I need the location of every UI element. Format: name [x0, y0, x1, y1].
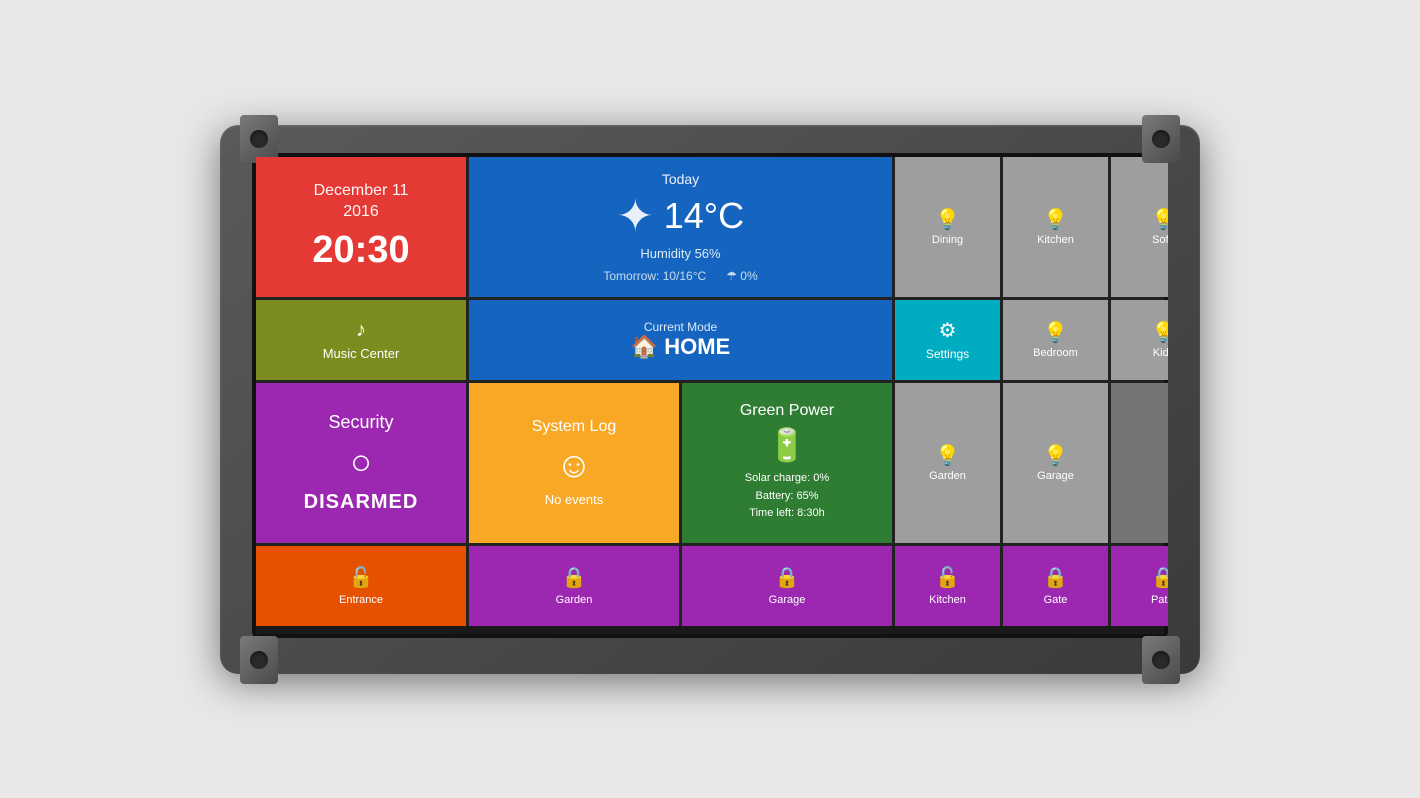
date-display: December 11 2016: [314, 181, 409, 223]
sun-icon: ✦: [617, 191, 654, 242]
gate-lock-label: Gate: [1044, 594, 1068, 606]
light-kitchen[interactable]: 💡 Kitchen: [1003, 157, 1108, 297]
syslog-icon: ☺: [556, 444, 593, 486]
lock-garage-tile[interactable]: 🔒 Garage: [682, 546, 892, 626]
mode-home-value: 🏠 HOME: [631, 334, 730, 360]
music-icon: ♪: [356, 319, 366, 342]
lock-icon: 🔒: [1043, 565, 1068, 590]
bulb-icon: 💡: [1043, 320, 1068, 345]
mode-dinner-tile[interactable]: Current Mode 🍴 DINNER: [1111, 383, 1168, 543]
light-sofa[interactable]: 💡 Sofa: [1111, 157, 1168, 297]
security-status: DISARMED: [304, 491, 419, 514]
lock-icon: 🔒: [775, 565, 800, 590]
bulb-icon: 💡: [1043, 443, 1068, 468]
tomorrow-row: Tomorrow: 10/16°C ☂ 0%: [603, 269, 757, 283]
time-display: 20:30: [312, 229, 409, 272]
weather-main: ✦ 14°C: [617, 191, 744, 242]
lock-garden-tile[interactable]: 🔒 Garden: [469, 546, 679, 626]
mount-bracket-bl: [240, 636, 278, 684]
device-frame: December 11 2016 20:30 Today ✦ 14°C Humi…: [220, 125, 1200, 674]
bulb-icon: 💡: [935, 207, 960, 232]
home-icon: 🏠: [631, 334, 658, 360]
garage-lock-label: Garage: [769, 594, 806, 606]
music-tile[interactable]: ♪ Music Center: [256, 300, 466, 380]
lock-kitchen-tile[interactable]: 🔓 Kitchen: [895, 546, 1000, 626]
settings-icon: ⚙: [939, 318, 957, 343]
lock-gate-tile[interactable]: 🔒 Gate: [1003, 546, 1108, 626]
security-title: Security: [328, 412, 393, 433]
syslog-tile[interactable]: System Log ☺ No events: [469, 383, 679, 543]
garden-lock-label: Garden: [556, 594, 593, 606]
music-label: Music Center: [323, 346, 400, 361]
bulb-icon: 💡: [935, 443, 960, 468]
entrance-lock-label: Entrance: [339, 594, 383, 606]
power-title: Green Power: [740, 402, 834, 420]
light-dining[interactable]: 💡 Dining: [895, 157, 1000, 297]
kitchen-lock-label: Kitchen: [929, 594, 966, 606]
bulb-icon: 💡: [1043, 207, 1068, 232]
power-tile[interactable]: Green Power 🔋 Solar charge: 0% Battery: …: [682, 383, 892, 543]
mount-bracket-tr: [1142, 115, 1180, 163]
weather-tile[interactable]: Today ✦ 14°C Humidity 56% Tomorrow: 10/1…: [469, 157, 892, 297]
temperature: 14°C: [664, 195, 744, 237]
dining-label: Dining: [932, 234, 963, 246]
lock-entrance-tile[interactable]: 🔓 Entrance: [256, 546, 466, 626]
bulb-icon: 💡: [1151, 320, 1168, 345]
mount-bracket-tl: [240, 115, 278, 163]
bottom-bar: [256, 626, 1164, 634]
light-bedroom[interactable]: 💡 Bedroom: [1003, 300, 1108, 380]
garage-label: Garage: [1037, 470, 1074, 482]
kids-label: Kids: [1153, 347, 1168, 359]
mode-home-tile[interactable]: Current Mode 🏠 HOME: [469, 300, 892, 380]
lock-icon: 🔒: [562, 565, 587, 590]
humidity: Humidity 56%: [640, 246, 720, 261]
battery-icon: 🔋: [767, 426, 807, 464]
datetime-tile[interactable]: December 11 2016 20:30: [256, 157, 466, 297]
light-garden[interactable]: 💡 Garden: [895, 383, 1000, 543]
sofa-label: Sofa: [1152, 234, 1168, 246]
main-grid: December 11 2016 20:30 Today ✦ 14°C Humi…: [256, 157, 1164, 626]
patio-lock-label: Patio: [1151, 594, 1168, 606]
security-icon: ○: [350, 441, 372, 483]
light-garage[interactable]: 💡 Garage: [1003, 383, 1108, 543]
screen: December 11 2016 20:30 Today ✦ 14°C Humi…: [252, 153, 1168, 638]
lock-patio-tile[interactable]: 🔒 Patio: [1111, 546, 1168, 626]
settings-label: Settings: [926, 347, 969, 361]
weather-title: Today: [662, 171, 699, 187]
power-info: Solar charge: 0% Battery: 65% Time left:…: [745, 470, 829, 523]
bedroom-label: Bedroom: [1033, 347, 1078, 359]
lock-icon: 🔒: [1151, 565, 1168, 590]
rain-chance: ☂ 0%: [726, 269, 757, 283]
kitchen-label: Kitchen: [1037, 234, 1074, 246]
tomorrow-temp: Tomorrow: 10/16°C: [603, 269, 706, 283]
bulb-icon: 💡: [1151, 207, 1168, 232]
settings-tile[interactable]: ⚙ Settings: [895, 300, 1000, 380]
security-tile[interactable]: Security ○ DISARMED: [256, 383, 466, 543]
light-kids[interactable]: 💡 Kids: [1111, 300, 1168, 380]
lock-open-icon: 🔓: [935, 565, 960, 590]
syslog-title: System Log: [532, 418, 616, 436]
lock-open-icon: 🔓: [349, 565, 374, 590]
syslog-text: No events: [545, 492, 604, 507]
garden-label: Garden: [929, 470, 966, 482]
mode-home-title: Current Mode: [644, 320, 717, 334]
mount-bracket-br: [1142, 636, 1180, 684]
